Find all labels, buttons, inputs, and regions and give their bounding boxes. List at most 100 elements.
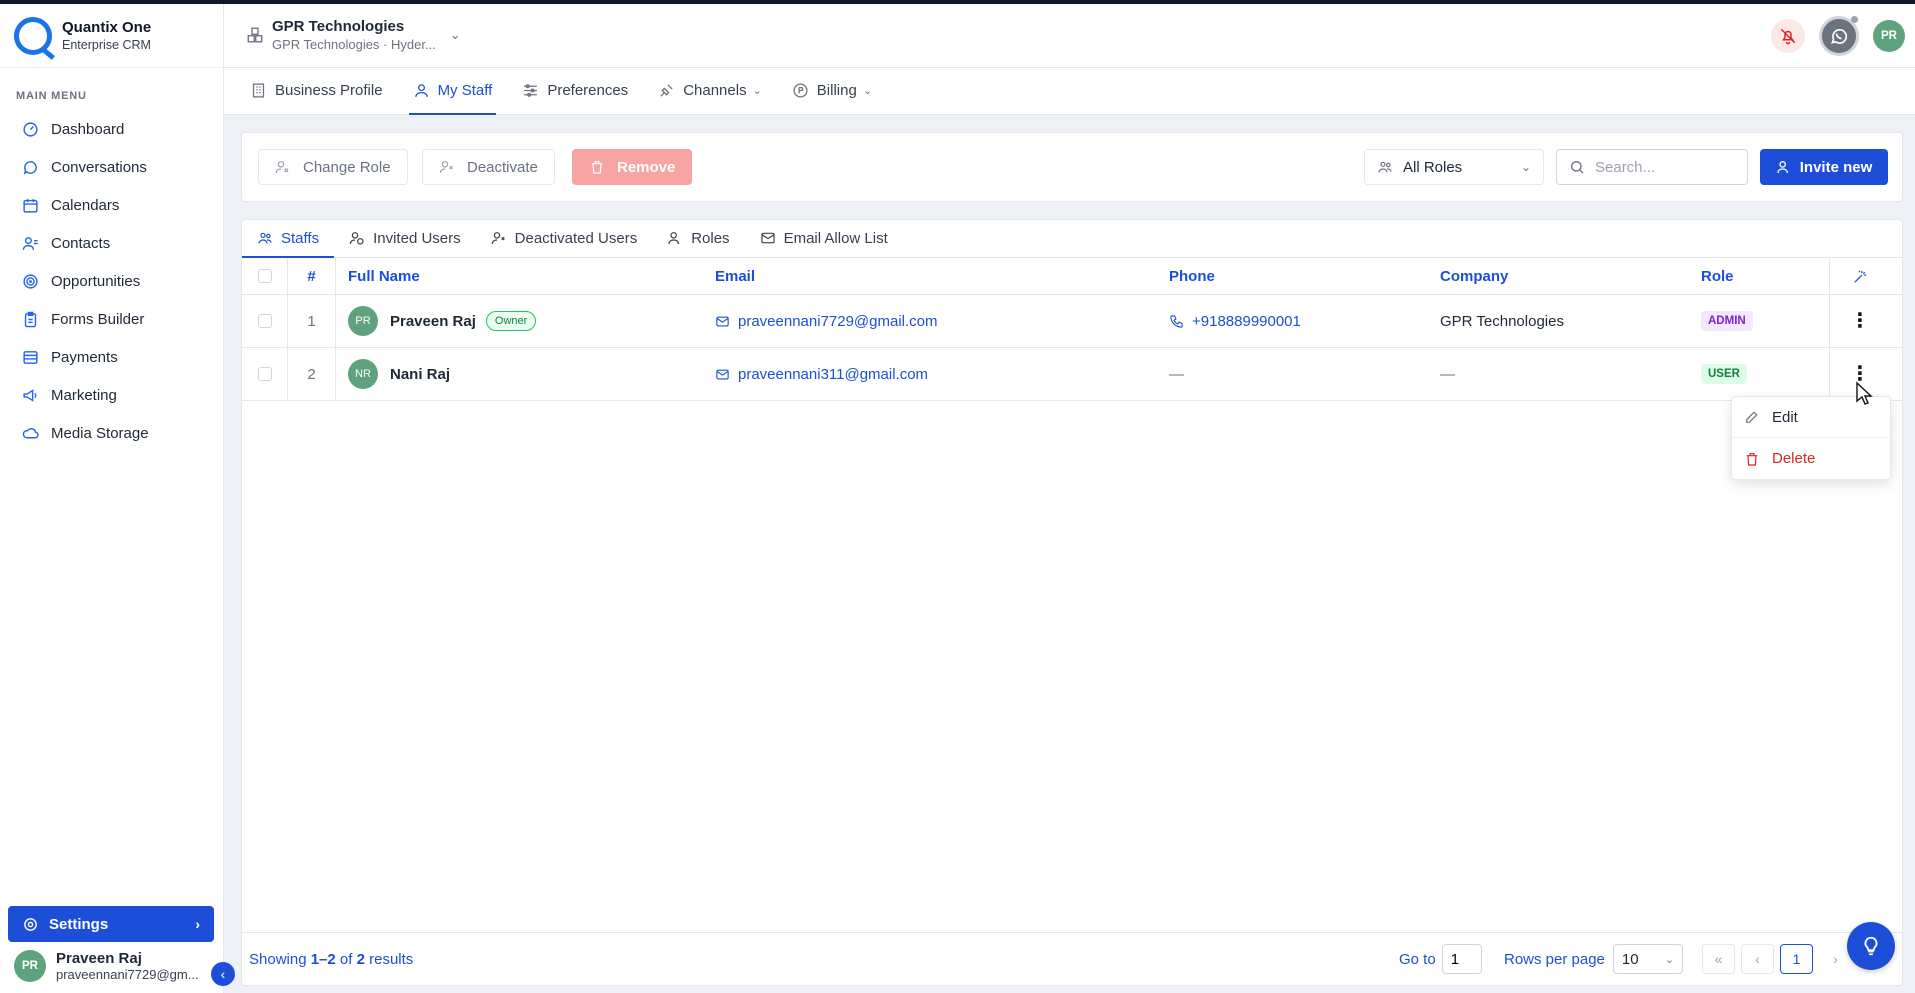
summary-of: of	[335, 950, 357, 968]
mail-icon	[716, 316, 729, 326]
remove-button[interactable]: Remove	[572, 149, 693, 185]
staff-sub-tabs: Staffs Invited Users Deactivated Users R…	[242, 220, 1902, 258]
tab-invited-users[interactable]: Invited Users	[334, 220, 476, 258]
search-box[interactable]	[1556, 149, 1748, 185]
rows-per-page: Rows per page 10 ⌄	[1504, 944, 1683, 974]
sidebar-item-label: Conversations	[51, 158, 147, 176]
col-role[interactable]: Role	[1701, 258, 1829, 294]
org-subtitle: GPR Technologies · Hyder...	[272, 37, 436, 52]
sidebar-item-label: Opportunities	[51, 272, 141, 290]
first-page-button[interactable]: «	[1702, 944, 1735, 974]
rows-per-page-label: Rows per page	[1504, 950, 1605, 968]
user-plus-icon	[1777, 161, 1788, 174]
building-icon	[247, 27, 263, 43]
column-settings-button[interactable]	[1829, 258, 1890, 294]
chevron-down-icon: ⌄	[1520, 160, 1531, 174]
row-actions-menu: Edit Delete	[1731, 396, 1891, 480]
email-link[interactable]: praveennani7729@gmail.com	[715, 313, 938, 330]
phone-link[interactable]: +918889990001	[1169, 313, 1301, 330]
select-all-checkbox[interactable]	[257, 269, 272, 283]
tab-billing[interactable]: Billing ⌄	[788, 68, 876, 115]
sidebar-item-label: Contacts	[51, 234, 111, 252]
search-input[interactable]	[1595, 158, 1735, 176]
row-actions-button[interactable]: ⋮	[1829, 295, 1890, 347]
tab-email-allow-list[interactable]: Email Allow List	[745, 220, 903, 258]
invite-new-button[interactable]: Invite new	[1760, 149, 1888, 185]
chevron-down-icon: ⌄	[449, 27, 461, 42]
notifications-off-button[interactable]	[1771, 19, 1805, 53]
col-phone[interactable]: Phone	[1169, 258, 1440, 294]
results-summary: Showing 1–2 of 2 results	[249, 951, 413, 968]
email-link[interactable]: praveennani311@gmail.com	[715, 366, 928, 383]
sidebar: Quantix One Enterprise CRM MAIN MENU Das…	[0, 4, 224, 993]
pagination: « ‹ 1 ›	[1702, 944, 1852, 974]
tab-roles[interactable]: Roles	[652, 220, 744, 258]
chevron-right-icon: ›	[195, 916, 200, 932]
brand[interactable]: Quantix One Enterprise CRM	[0, 4, 223, 68]
sidebar-item-forms-builder[interactable]: Forms Builder	[0, 300, 223, 338]
settings-tabs: Business Profile My Staff Preferences Ch…	[224, 68, 1915, 115]
sidebar-item-contacts[interactable]: Contacts	[0, 224, 223, 262]
tab-label: Business Profile	[275, 82, 383, 99]
sidebar-item-marketing[interactable]: Marketing	[0, 376, 223, 414]
collapse-sidebar-button[interactable]: ‹	[211, 962, 235, 986]
sidebar-item-payments[interactable]: Payments	[0, 338, 223, 376]
chevron-right-icon: ›	[1833, 951, 1838, 967]
chevron-left-icon: ‹	[220, 966, 226, 982]
sidebar-item-opportunities[interactable]: Opportunities	[0, 262, 223, 300]
header: GPR Technologies GPR Technologies · Hyde…	[224, 4, 1915, 68]
tab-staffs[interactable]: Staffs	[242, 220, 335, 258]
sidebar-item-conversations[interactable]: Conversations	[0, 148, 223, 186]
tab-label: Staffs	[281, 229, 320, 247]
name-cell: PR Praveen Raj Owner	[336, 295, 715, 347]
change-role-button[interactable]: Change Role	[258, 149, 408, 185]
sliders-icon	[524, 84, 538, 97]
role-badge: USER	[1701, 364, 1747, 384]
table-row[interactable]: 2 NR Nani Raj praveennani311@gmail.com —…	[242, 348, 1902, 401]
sidebar-item-dashboard[interactable]: Dashboard	[0, 110, 223, 148]
row-checkbox[interactable]	[257, 367, 272, 381]
roles-filter-select[interactable]: All Roles ⌄	[1364, 149, 1544, 185]
tab-label: Invited Users	[373, 229, 461, 247]
tab-label: Deactivated Users	[514, 229, 638, 247]
summary-prefix: Showing	[249, 950, 311, 968]
sidebar-item-settings[interactable]: Settings ›	[8, 906, 214, 942]
phone-cell: +918889990001	[1169, 295, 1440, 347]
user-icon	[414, 84, 428, 97]
col-full-name[interactable]: Full Name	[336, 258, 715, 294]
help-button[interactable]	[1847, 922, 1895, 970]
summary-range: 1–2	[310, 950, 336, 968]
table-row[interactable]: 1 PR Praveen Raj Owner praveennani7729@g…	[242, 295, 1902, 348]
col-email[interactable]: Email	[715, 258, 1169, 294]
tab-preferences[interactable]: Preferences	[518, 68, 632, 115]
email-cell: praveennani311@gmail.com	[715, 348, 1169, 400]
main-menu: Dashboard Conversations Calendars Contac…	[0, 110, 223, 452]
mouse-cursor-icon	[1856, 381, 1873, 405]
deactivate-button[interactable]: Deactivate	[422, 149, 555, 185]
kebab-icon: ⋮	[1850, 310, 1870, 332]
role-badge: ADMIN	[1701, 311, 1753, 331]
page-button-current[interactable]: 1	[1780, 944, 1813, 974]
col-company[interactable]: Company	[1440, 258, 1701, 294]
tab-business-profile[interactable]: Business Profile	[246, 68, 387, 115]
sidebar-item-media-storage[interactable]: Media Storage	[0, 414, 223, 452]
phone-icon	[1170, 314, 1183, 328]
prev-page-button[interactable]: ‹	[1741, 944, 1774, 974]
rows-per-page-select[interactable]: 10 ⌄	[1612, 944, 1683, 974]
tab-channels[interactable]: Channels ⌄	[654, 68, 766, 115]
row-checkbox[interactable]	[257, 314, 272, 328]
roles-filter-value: All Roles	[1403, 158, 1463, 176]
row-select-cell	[242, 295, 288, 347]
current-user[interactable]: PR Praveen Raj praveennani7729@gm...	[14, 950, 199, 982]
sidebar-item-calendars[interactable]: Calendars	[0, 186, 223, 224]
header-avatar[interactable]: PR	[1873, 20, 1905, 52]
search-icon	[1571, 161, 1584, 174]
goto-input[interactable]	[1441, 944, 1482, 974]
menu-title: MAIN MENU	[16, 90, 87, 102]
delete-menu-item[interactable]: Delete	[1732, 438, 1890, 479]
tab-label: Preferences	[547, 82, 629, 99]
whatsapp-button[interactable]	[1819, 16, 1859, 56]
tab-my-staff[interactable]: My Staff	[408, 68, 497, 115]
tab-deactivated-users[interactable]: Deactivated Users	[476, 220, 653, 258]
org-switcher[interactable]: GPR Technologies GPR Technologies · Hyde…	[246, 18, 461, 52]
